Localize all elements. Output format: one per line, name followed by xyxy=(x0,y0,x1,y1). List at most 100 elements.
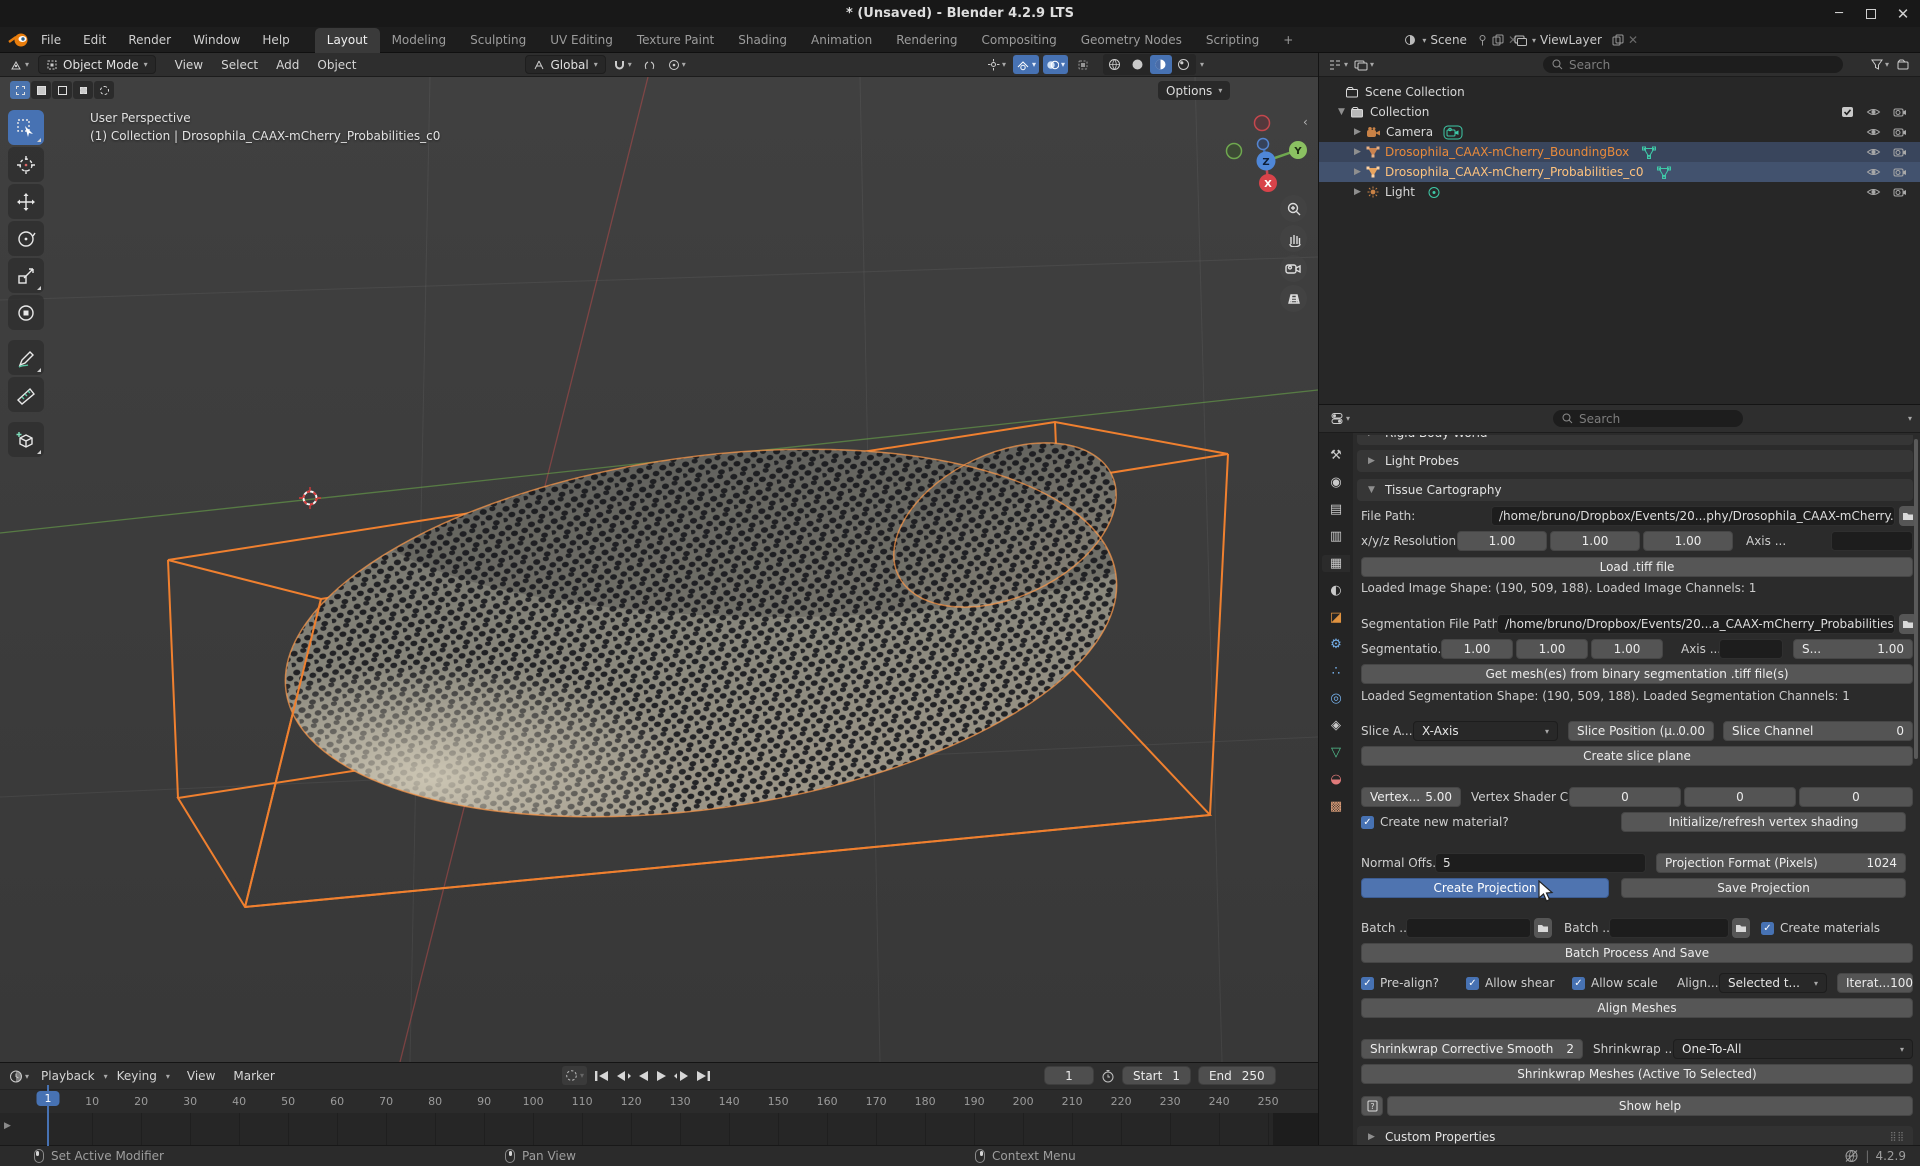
new-collection-button[interactable] xyxy=(1892,55,1914,74)
shrinkwrap-dropdown[interactable]: One-To-All▾ xyxy=(1673,1039,1913,1059)
shading-rendered-button[interactable] xyxy=(1173,55,1195,74)
select-extend-button[interactable] xyxy=(94,81,114,99)
projection-format-field[interactable]: Projection Format (Pixels)1024 xyxy=(1656,853,1906,873)
gizmo-axis-neg-y[interactable] xyxy=(1227,144,1242,159)
play-reverse-button[interactable] xyxy=(635,1069,651,1083)
properties-tab-world[interactable]: ◐ xyxy=(1322,582,1350,599)
properties-tab-particles[interactable]: ∴ xyxy=(1322,663,1350,680)
next-keyframe-button[interactable] xyxy=(673,1069,691,1083)
properties-tab-texture[interactable]: ▩ xyxy=(1322,798,1350,815)
properties-tab-view-layer[interactable]: ▥ xyxy=(1322,528,1350,545)
create-material-checkbox[interactable]: ✓ Create new material? xyxy=(1361,812,1509,832)
maximize-button[interactable] xyxy=(1864,7,1878,21)
help-icon-button[interactable]: ? xyxy=(1361,1096,1383,1116)
menu-file[interactable]: File xyxy=(30,33,72,47)
axis-input[interactable] xyxy=(1831,531,1913,551)
minimize-button[interactable]: ─ xyxy=(1832,7,1846,21)
snap-toggle-icon[interactable] xyxy=(639,55,661,74)
prealign-checkbox[interactable]: ✓Pre-align? xyxy=(1361,973,1439,993)
embryo-mesh[interactable] xyxy=(170,397,1200,892)
3d-viewport[interactable]: User Perspective (1) Collection | Drosop… xyxy=(0,77,1318,1062)
collection-expand-icon[interactable]: ▼ xyxy=(1335,107,1348,117)
properties-tab-data[interactable]: ▽ xyxy=(1322,744,1350,761)
init-vertex-shading-button[interactable]: Initialize/refresh vertex shading xyxy=(1621,812,1906,832)
slice-channel-field[interactable]: Slice Channel0 xyxy=(1723,721,1913,741)
batch2-input[interactable] xyxy=(1609,918,1729,938)
scene-selector[interactable]: ▾ Scene ✕ xyxy=(1404,27,1518,53)
align-meshes-button[interactable]: Align Meshes xyxy=(1361,998,1913,1018)
outliner-row-probabilities[interactable]: ▶ Drosophila_CAAX-mCherry_Probabilities_… xyxy=(1319,162,1920,182)
normal-offset-input[interactable]: 5 xyxy=(1435,853,1646,873)
properties-tab-physics[interactable]: ◎ xyxy=(1322,690,1350,707)
outliner-row-boundingbox[interactable]: ▶ Drosophila_CAAX-mCherry_BoundingBox xyxy=(1319,142,1920,162)
current-frame-field[interactable]: 1 xyxy=(1044,1066,1094,1085)
outliner-search-input[interactable]: Search xyxy=(1543,56,1843,73)
timeline-editor-type-button[interactable]: ▾ xyxy=(6,1067,32,1086)
menu-edit[interactable]: Edit xyxy=(72,33,117,47)
vertex-shader-field-2[interactable]: 0 xyxy=(1684,787,1796,807)
outliner-editor-type-button[interactable]: ▾ xyxy=(1325,55,1351,74)
workspace-tab-geometry-nodes[interactable]: Geometry Nodes xyxy=(1069,28,1194,53)
get-mesh-button[interactable]: Get mesh(es) from binary segmentation .t… xyxy=(1361,664,1913,684)
disable-render-camera-icon[interactable] xyxy=(1893,166,1907,178)
menu-marker[interactable]: Marker xyxy=(224,1069,283,1083)
copy-scene-icon[interactable] xyxy=(1492,34,1504,46)
timeline-ruler[interactable]: 1 10203040506070809010011012013014015016… xyxy=(0,1089,1318,1113)
show-overlays-button[interactable]: ▾ xyxy=(1013,55,1039,74)
workspace-tab-layout[interactable]: Layout xyxy=(315,28,380,53)
gizmo-axis-neg-z[interactable] xyxy=(1258,139,1269,150)
shading-material-button[interactable] xyxy=(1150,55,1172,74)
remove-viewlayer-icon[interactable]: ✕ xyxy=(1628,33,1638,47)
workspace-tab-compositing[interactable]: Compositing xyxy=(969,28,1068,53)
show-gizmo-button[interactable]: ▾ xyxy=(984,55,1009,74)
close-button[interactable]: ✕ xyxy=(1896,7,1910,21)
xray-toggle-button[interactable]: ▾ xyxy=(1043,55,1068,74)
x-resolution-field[interactable]: 1.00 xyxy=(1457,531,1547,551)
properties-tab-material[interactable]: ◒ xyxy=(1322,771,1350,788)
proportional-editing-button[interactable]: ▾ xyxy=(665,55,689,74)
workspace-tab-animation[interactable]: Animation xyxy=(799,28,884,53)
disable-render-camera-icon[interactable] xyxy=(1893,186,1907,198)
batch-process-button[interactable]: Batch Process And Save xyxy=(1361,943,1913,963)
menu-view[interactable]: View xyxy=(166,58,212,72)
create-slice-plane-button[interactable]: Create slice plane xyxy=(1361,746,1913,766)
file-path-input[interactable]: /home/bruno/Dropbox/Events/20...phy/Dros… xyxy=(1491,506,1895,526)
orthographic-toggle-button[interactable] xyxy=(1280,285,1307,312)
pan-view-button[interactable] xyxy=(1280,225,1307,252)
batch2-browse-button[interactable] xyxy=(1732,918,1750,938)
channel-expand-icon[interactable]: ▶ xyxy=(4,1121,11,1131)
properties-filter-icon[interactable]: ▾ xyxy=(1908,414,1912,423)
shading-solid-button[interactable] xyxy=(1127,55,1149,74)
menu-playback[interactable]: Playback xyxy=(32,1069,104,1083)
menu-keying[interactable]: Keying xyxy=(108,1069,166,1083)
snap-target-button[interactable]: ▾ xyxy=(610,55,635,74)
tool-measure[interactable] xyxy=(8,377,44,412)
hide-viewport-eye-icon[interactable] xyxy=(1866,166,1881,178)
camera-expand-icon[interactable]: ▶ xyxy=(1351,127,1364,137)
playhead-badge[interactable]: 1 xyxy=(37,1091,60,1106)
z-resolution-field[interactable]: 1.00 xyxy=(1643,531,1733,551)
load-tiff-button[interactable]: Load .tiff file xyxy=(1361,557,1913,577)
start-frame-field[interactable]: Start1 xyxy=(1122,1066,1191,1085)
seg-axis-input[interactable] xyxy=(1719,639,1783,659)
disable-render-camera-icon[interactable] xyxy=(1893,106,1907,118)
allow-shear-checkbox[interactable]: ✓Allow shear xyxy=(1466,973,1554,993)
shading-wireframe-button[interactable] xyxy=(1104,55,1126,74)
tool-rotate[interactable] xyxy=(8,221,44,256)
editor-type-button[interactable]: ▾ xyxy=(6,55,32,74)
pin-icon[interactable] xyxy=(1477,34,1488,46)
iterations-field[interactable]: Iterat...100 xyxy=(1837,973,1913,993)
workspace-tab-texture-paint[interactable]: Texture Paint xyxy=(625,28,726,53)
camera-view-button[interactable] xyxy=(1280,255,1307,282)
add-workspace-button[interactable]: + xyxy=(1271,28,1305,53)
auto-keying-button[interactable]: ▾ xyxy=(562,1066,587,1085)
properties-editor-type-button[interactable]: ▾ xyxy=(1327,409,1353,428)
disable-render-camera-icon[interactable] xyxy=(1893,146,1907,158)
properties-tab-constraints[interactable]: ◈ xyxy=(1322,717,1350,734)
transform-orientation-dropdown[interactable]: Global▾ xyxy=(525,55,605,74)
vertex-shader-field-1[interactable]: 0 xyxy=(1569,787,1681,807)
end-frame-field[interactable]: End250 xyxy=(1198,1066,1276,1085)
tool-transform[interactable] xyxy=(8,295,44,330)
copy-viewlayer-icon[interactable] xyxy=(1612,34,1624,46)
properties-search-input[interactable]: Search xyxy=(1553,410,1743,427)
